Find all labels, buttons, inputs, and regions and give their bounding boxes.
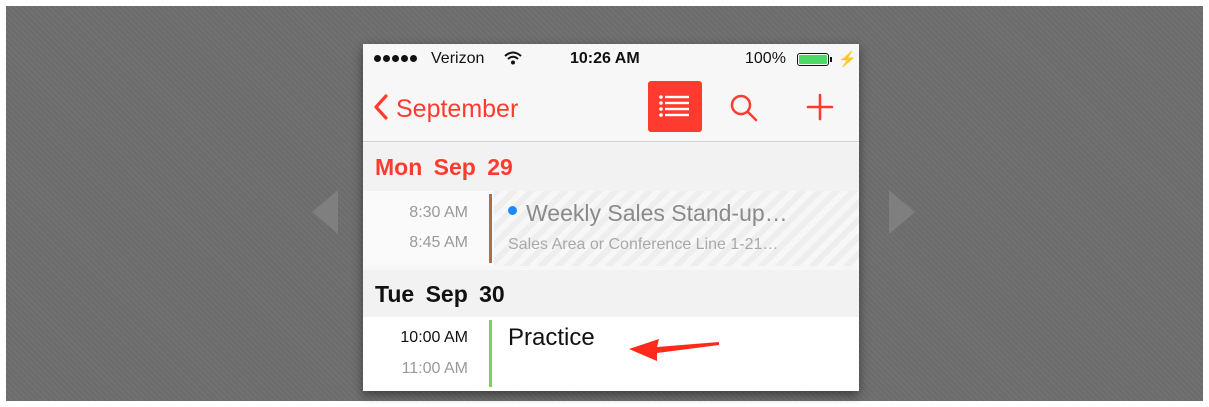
search-button[interactable] [729,93,759,128]
event-calendar-bar [489,194,492,263]
plus-icon [806,93,834,121]
event-calendar-bar [489,320,492,387]
carrier-name: Verizon [431,50,485,67]
event-end-time: 8:45 AM [409,234,468,251]
event-location: Sales Area or Conference Line 1-21… [508,236,779,253]
battery-icon [797,53,829,66]
add-event-button[interactable] [806,93,834,126]
status-bar: Verizon 10:26 AM 100% ⚡ [363,44,859,76]
list-icon [659,95,689,117]
event-row[interactable]: 8:30 AM 8:45 AM Weekly Sales Stand-up… S… [363,191,859,266]
annotation-arrow-icon [629,339,719,361]
signal-strength-icon [374,55,417,62]
event-body[interactable]: Weekly Sales Stand-up… Sales Area or Con… [494,191,859,266]
event-start-time: 10:00 AM [400,329,468,346]
previous-arrow-icon [312,190,338,234]
event-start-time: 8:30 AM [409,204,468,221]
event-end-time: 11:00 AM [401,360,468,377]
event-row[interactable]: 10:00 AM 11:00 AM Practice [363,317,859,391]
day-header-label: Mon Sep 29 [375,154,513,180]
back-button[interactable]: September [373,93,518,126]
search-icon [730,94,758,122]
battery-percentage: 100% [745,50,786,67]
charging-bolt-icon: ⚡ [838,51,857,68]
event-title: Practice [508,324,595,351]
back-button-label: September [396,95,519,123]
event-title: Weekly Sales Stand-up… [526,200,788,226]
day-header: Mon Sep 29 [363,143,859,191]
list-view-button[interactable] [648,81,702,132]
status-time: 10:26 AM [570,50,640,67]
navigation-bar: September [363,76,859,142]
day-header-label: Tue Sep 30 [375,281,505,307]
calendar-dot-icon [508,206,517,215]
battery-tip [830,57,832,62]
wifi-icon [504,51,522,70]
phone-screen: Verizon 10:26 AM 100% ⚡ September Mon Se… [363,44,859,391]
chevron-left-icon [373,93,389,126]
day-header: Tue Sep 30 [363,270,859,318]
next-arrow-icon [889,190,915,234]
